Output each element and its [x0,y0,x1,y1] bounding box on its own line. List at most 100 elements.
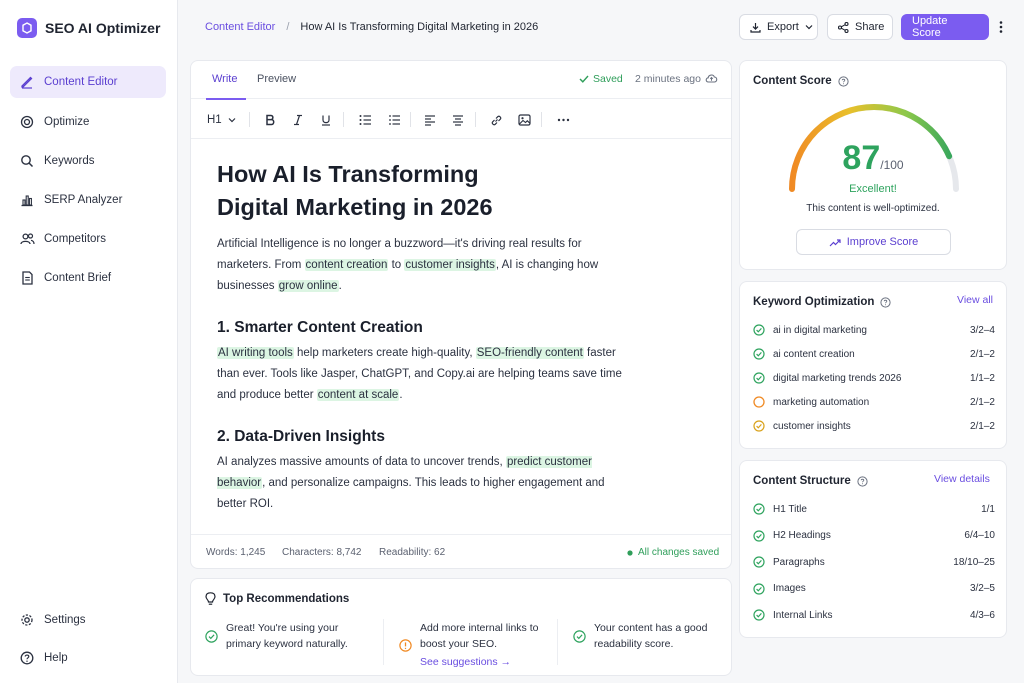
align-left-button[interactable] [424,112,436,128]
score-value: 87/100 [740,139,1006,178]
horizontal-dots-icon [557,118,570,122]
align-center-button[interactable] [452,112,464,128]
check-circle-icon [753,556,765,568]
cloud-upload-icon[interactable] [705,73,718,83]
export-button[interactable]: Export [739,14,818,40]
sidebar-item-competitors[interactable]: Competitors [10,223,166,255]
paragraph-text: . [338,280,342,292]
paragraph-text: AI analyzes massive amounts of data to u… [217,456,506,468]
sidebar-item-serp-analyzer[interactable]: SERP Analyzer [10,184,166,216]
partial-check-circle-icon [753,420,765,432]
improve-score-button[interactable]: Improve Score [796,229,951,255]
sidebar-item-keywords[interactable]: Keywords [10,145,166,177]
link-icon [490,114,503,127]
list-item-label: H2 Headings [773,530,831,541]
info-icon[interactable] [857,475,868,487]
check-circle-icon [753,348,765,360]
view-details-link[interactable]: View details [934,473,990,485]
list-item: ai content creation 2/1–2 [753,348,995,360]
more-options-button[interactable] [994,15,1008,39]
sidebar-item-help[interactable]: Help [10,642,166,674]
document-title-line: How AI Is Transforming [217,161,479,187]
warning-circle-icon [399,621,412,670]
toolbar-divider [541,112,542,127]
chevron-down-icon [805,24,813,30]
tab-write[interactable]: Write [212,73,237,85]
list-item: marketing automation 2/1–2 [753,396,995,408]
check-circle-icon [753,372,765,384]
tab-preview[interactable]: Preview [257,73,296,85]
sidebar-item-content-editor[interactable]: Content Editor [10,66,166,98]
sidebar-item-label: SERP Analyzer [44,194,123,206]
score-description: This content is well-optimized. [806,203,940,214]
bar-chart-icon [19,192,35,208]
numbered-list-button[interactable] [388,112,401,128]
list-item-value: 1/1 [981,503,995,515]
toolbar-divider [410,112,411,127]
help-icon [19,650,35,666]
sidebar-item-settings[interactable]: Settings [10,604,166,636]
lightbulb-icon [205,592,216,606]
share-button[interactable]: Share [827,14,893,40]
list-item-label: digital marketing trends 2026 [773,372,902,384]
list-item-label: Internal Links [773,609,833,621]
keyword-highlight: customer insights [404,259,496,271]
saved-time: 2 minutes ago [635,73,701,85]
more-tools-button[interactable] [557,112,570,128]
recommendation-text: Add more internal links to boost your SE… [420,622,539,650]
update-score-button[interactable]: Update Score [901,14,989,40]
all-changes-saved: All changes saved [627,547,719,558]
bold-button[interactable] [264,112,276,128]
bullet-list-button[interactable] [359,112,372,128]
bold-icon [264,114,276,126]
insert-image-button[interactable] [518,112,531,128]
app-name: SEO AI Optimizer [45,20,161,36]
list-item-value: 2/1–2 [969,420,995,432]
list-item: ai in digital marketing 3/2–4 [753,324,995,336]
list-item: H1 Title 1/1 [753,503,995,515]
sidebar-item-optimize[interactable]: Optimize [10,106,166,138]
breadcrumb: Content Editor / How AI Is Transforming … [205,21,538,33]
breadcrumb-link-content-editor[interactable]: Content Editor [205,21,275,33]
list-item-label: H1 Title [773,503,807,515]
sidebar-item-label: Content Brief [44,272,112,284]
share-icon [838,21,849,33]
document-body[interactable]: How AI Is Transforming Digital Marketing… [217,158,637,515]
check-circle-icon [573,621,586,652]
app-logo-icon [17,18,37,38]
divider [383,619,384,665]
keyword-highlight: grow online [277,280,339,292]
paragraph: Artificial Intelligence is no longer a b… [217,234,637,297]
paragraph-text: help marketers create high-quality, [293,347,476,359]
target-icon [19,114,35,130]
content-score-title: Content Score [753,75,849,87]
editor-status-bar: Words: 1,245 Characters: 8,742 Readabili… [191,534,731,568]
info-icon[interactable] [880,296,892,308]
view-all-keywords-link[interactable]: View all [957,294,993,306]
warning-circle-icon [753,396,765,408]
list-item-label: ai in digital marketing [773,324,867,336]
sidebar-item-label: Keywords [44,155,95,167]
align-left-icon [424,114,436,126]
list-item-value: 4/3–6 [969,609,995,621]
content-structure-title-label: Content Structure [753,475,851,487]
sidebar-item-content-brief[interactable]: Content Brief [10,262,166,294]
insert-link-button[interactable] [490,112,503,128]
see-suggestions-link[interactable]: See suggestions → [420,654,547,670]
toolbar-divider [343,112,344,127]
recommendation-text: Your content has a good readability scor… [594,622,708,650]
italic-button[interactable] [292,112,304,128]
list-item-label: ai content creation [773,348,855,360]
document-title[interactable]: How AI Is Transforming Digital Marketing… [217,158,637,224]
image-icon [518,114,531,126]
trend-up-icon [829,238,841,247]
align-center-icon [452,114,464,126]
info-icon[interactable] [837,75,849,87]
all-changes-saved-label: All changes saved [638,547,720,558]
underline-button[interactable] [320,112,332,128]
recommendation-content: Add more internal links to boost your SE… [420,620,547,670]
heading-select[interactable]: H1 [207,112,236,128]
recommendations-title-label: Top Recommendations [223,593,350,605]
status-dot-icon [627,549,633,556]
check-circle-icon [753,324,765,336]
